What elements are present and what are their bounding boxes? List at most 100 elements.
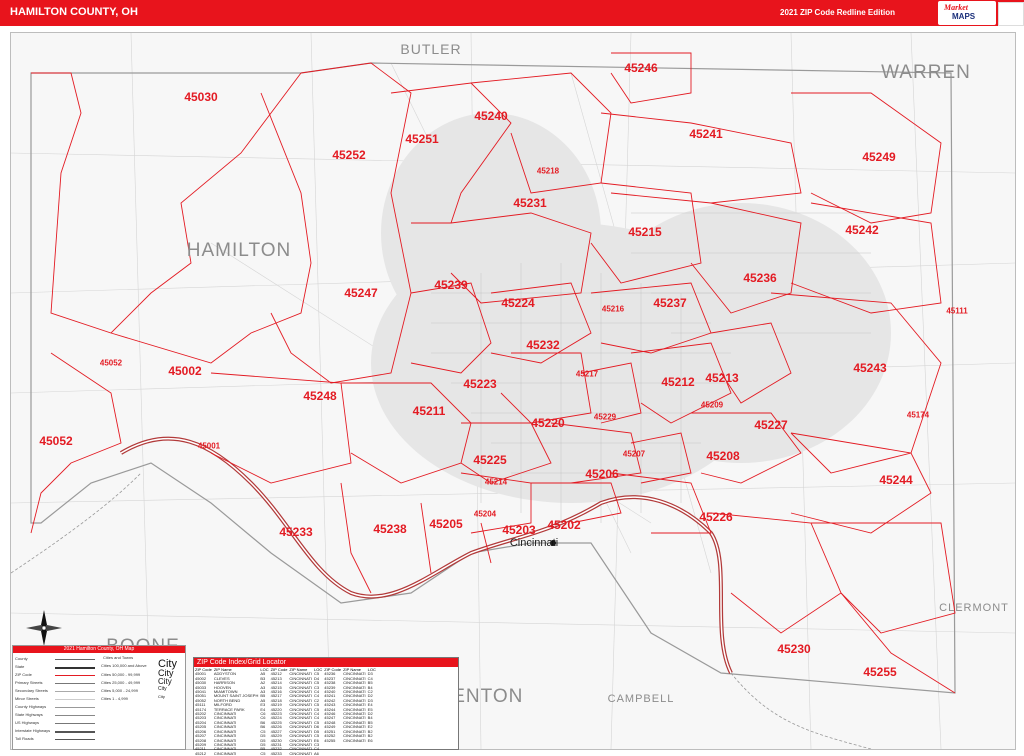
zip-label[interactable]: 45246: [624, 61, 657, 75]
zip-index: ZIP Code Index/Grid Locator ZIP Code ZIP…: [193, 657, 459, 756]
zip-label[interactable]: 45227: [754, 418, 787, 432]
zip-label[interactable]: 45214: [485, 478, 507, 487]
county-label-campbell: CAMPBELL: [607, 693, 675, 705]
county-label-hamilton: HAMILTON: [186, 240, 292, 261]
zip-label[interactable]: 45001: [198, 442, 220, 451]
zip-label[interactable]: 45229: [594, 413, 616, 422]
legend-city-row: Cities 5,000 - 24,999: [101, 688, 138, 693]
legend-city-sample: City: [158, 686, 167, 692]
legend-city-row: Cities 50,000 - 99,999: [101, 672, 141, 677]
zip-label[interactable]: 45220: [531, 416, 564, 430]
zip-label[interactable]: 45237: [653, 296, 686, 310]
legend-line: [55, 683, 95, 684]
legend-row: Primary Streets: [15, 680, 43, 685]
zip-index-title: ZIP Code Index/Grid Locator: [194, 658, 458, 667]
legend-city-row: Cities 25,000 - 49,999: [101, 680, 141, 685]
legend-row: Toll Roads: [15, 736, 34, 741]
zip-label[interactable]: 45244: [879, 473, 912, 487]
legend-row: County: [15, 656, 28, 661]
legend-line: [55, 715, 95, 716]
zip-label[interactable]: 45213: [705, 371, 738, 385]
legend-line: [55, 731, 95, 733]
zip-label[interactable]: 45242: [845, 223, 878, 237]
market-maps-logo-icon: Market MAPS: [938, 1, 996, 25]
zip-label[interactable]: 45030: [184, 90, 217, 104]
zip-label[interactable]: 45249: [862, 150, 895, 164]
zip-label[interactable]: 45225: [473, 453, 506, 467]
zip-label[interactable]: 45238: [373, 522, 406, 536]
legend-city-sample: City: [158, 677, 172, 686]
zip-label[interactable]: 45206: [585, 467, 618, 481]
map-title: HAMILTON COUNTY, OH: [10, 6, 138, 18]
zip-label[interactable]: 45204: [474, 510, 496, 519]
zip-label[interactable]: 45230: [777, 642, 810, 656]
legend-row: State: [15, 664, 25, 669]
legend-city-row: Cities 1 - 4,999: [101, 696, 128, 701]
zip-label[interactable]: 45208: [706, 449, 739, 463]
zip-label[interactable]: 45052: [39, 434, 72, 448]
zip-label[interactable]: 45243: [853, 361, 886, 375]
logo-info-box: [998, 2, 1024, 26]
legend-line: [55, 659, 95, 660]
county-label-warren: WARREN: [881, 62, 971, 83]
zip-label[interactable]: 45211: [413, 404, 446, 418]
zip-label[interactable]: 45236: [743, 271, 776, 285]
zip-label[interactable]: 45240: [474, 109, 507, 123]
zip-label[interactable]: 45209: [701, 401, 723, 410]
zip-index-cell: CINCINNATI: [213, 750, 237, 756]
zip-label[interactable]: 45218: [537, 167, 559, 176]
zip-index-cell: CINCINNATI: [289, 750, 313, 756]
logo-line-2: MAPS: [952, 12, 976, 21]
legend-line: [55, 699, 95, 700]
zip-label[interactable]: 45217: [576, 370, 598, 379]
zip-label[interactable]: 45231: [513, 196, 546, 210]
zip-label[interactable]: 45111: [946, 307, 967, 316]
zip-label[interactable]: 45002: [168, 364, 201, 378]
zip-index-cell: 45212: [195, 750, 207, 756]
zip-index-cell: 45233: [270, 750, 282, 756]
legend-line: [55, 723, 95, 724]
zip-label[interactable]: 45251: [405, 132, 438, 146]
zip-label[interactable]: 45239: [434, 278, 467, 292]
zip-index-cell: [367, 752, 377, 756]
legend-row: Secondary Streets: [15, 688, 48, 693]
county-label-clermont: CLERMONT: [939, 602, 1009, 614]
legend-line: [55, 691, 95, 692]
zip-label[interactable]: 45174: [907, 411, 929, 420]
zip-label[interactable]: 45224: [501, 296, 534, 310]
zip-label[interactable]: 45212: [661, 375, 694, 389]
legend-line: [55, 739, 95, 740]
zip-index-body: 45001 ADDYSTON A5 45212 CINCINNATI C5 45236 CIN…: [194, 671, 377, 756]
legend-city-sample: City: [158, 694, 165, 699]
map-legend: 2021 Hamilton County, OH Map Cities and …: [12, 645, 186, 750]
zip-label[interactable]: 45233: [279, 525, 312, 539]
city-label-cincinnati: Cincinnati: [509, 537, 559, 549]
zip-label[interactable]: 45226: [699, 510, 732, 524]
legend-row: Interstate Highways: [15, 728, 51, 733]
zip-label[interactable]: 45223: [463, 377, 496, 391]
zip-index-row: 45212 CINCINNATI C5 45233 CINCINNATI A6: [194, 750, 377, 756]
zip-label[interactable]: 45248: [303, 389, 336, 403]
zip-label[interactable]: 45207: [623, 450, 645, 459]
zip-label[interactable]: 45252: [332, 148, 365, 162]
zip-label[interactable]: 45241: [689, 127, 722, 141]
zip-index-cell: [342, 752, 367, 756]
legend-line: [55, 667, 95, 669]
zip-label[interactable]: 45216: [602, 305, 624, 314]
legend-cities-header: Cities and Towns: [103, 655, 134, 660]
zip-label[interactable]: 45255: [863, 665, 896, 679]
zip-label[interactable]: 45232: [526, 338, 559, 352]
zip-label[interactable]: 45215: [628, 225, 661, 239]
zip-index-cell: A6: [314, 750, 319, 756]
legend-title: 2021 Hamilton County, OH Map: [13, 646, 185, 653]
zip-label[interactable]: 45202: [547, 518, 580, 532]
urban-density: [371, 113, 891, 503]
zip-label[interactable]: 45203: [502, 523, 535, 537]
zip-index-cell: [323, 752, 342, 756]
zip-label[interactable]: 45205: [429, 517, 462, 531]
zip-label[interactable]: 45247: [344, 286, 377, 300]
legend-city-row: Cities 100,000 and Above: [101, 663, 147, 668]
header-bar: HAMILTON COUNTY, OH 2021 ZIP Code Redlin…: [0, 0, 1024, 26]
map-canvas[interactable]: BUTLER WARREN HAMILTON CLERMONT BOONE CA…: [10, 32, 1016, 750]
zip-label[interactable]: 45052: [100, 359, 122, 368]
